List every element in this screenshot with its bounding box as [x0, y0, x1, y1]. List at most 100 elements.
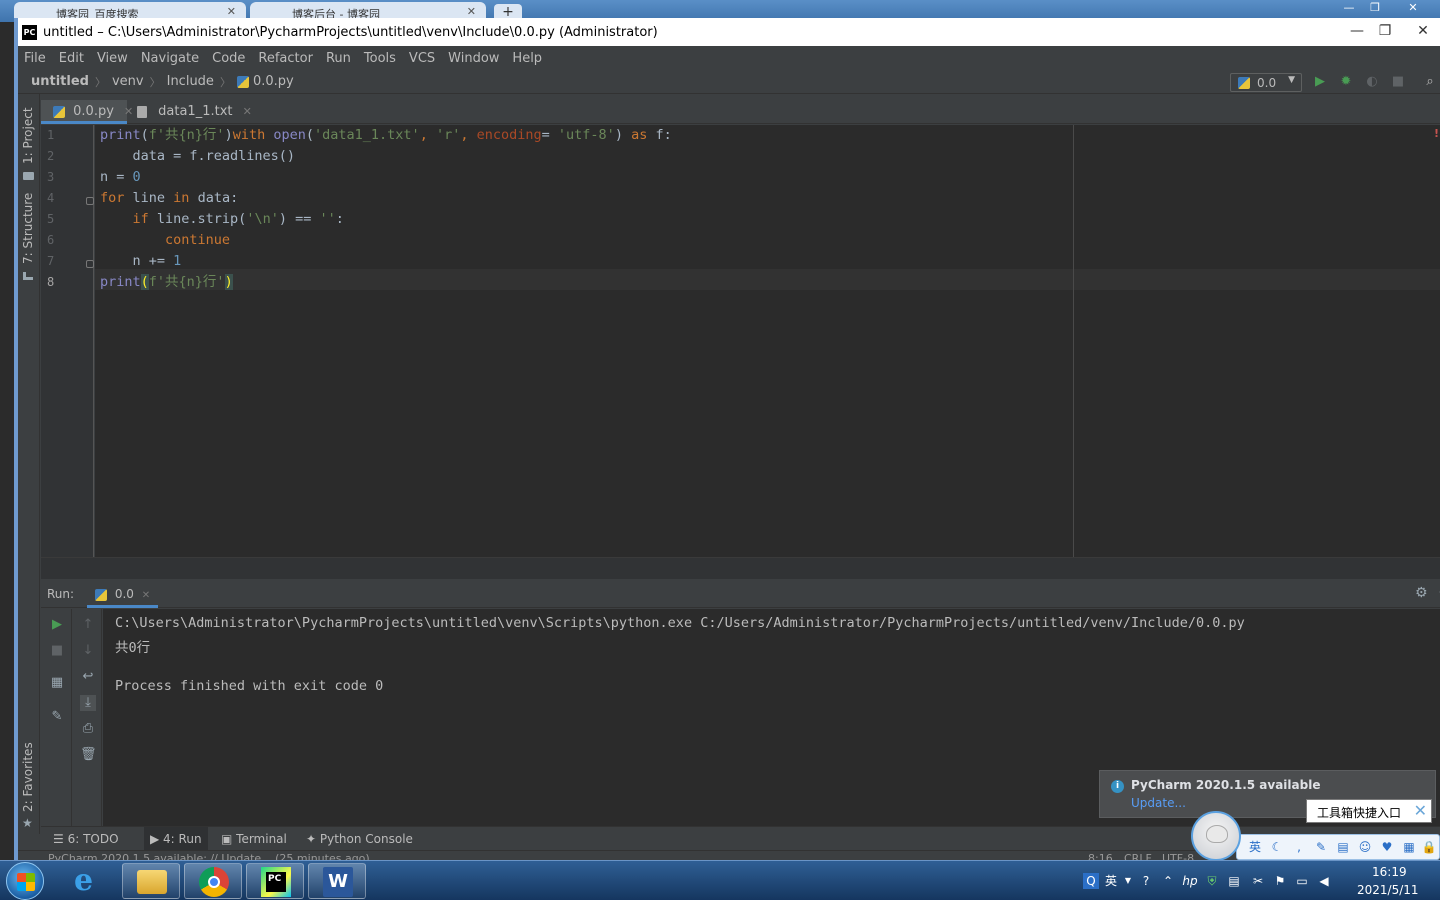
code-line: data = f.readlines()	[100, 148, 296, 164]
arrow-down-icon[interactable]: ↓	[80, 643, 96, 659]
menu-navigate[interactable]: Navigate	[141, 51, 199, 66]
run-config-select[interactable]: 0.0 ▼	[1230, 73, 1302, 92]
network-icon[interactable]: ▤	[1226, 873, 1242, 889]
clipboard-icon[interactable]: ▤	[1335, 839, 1351, 855]
monitor-icon[interactable]: ▭	[1294, 873, 1310, 889]
rerun-icon[interactable]: ▶	[49, 617, 65, 633]
gear-icon[interactable]: ⚙	[1415, 585, 1428, 601]
search-icon[interactable]: ⌕	[1422, 74, 1438, 90]
menu-vcs[interactable]: VCS	[409, 51, 435, 66]
wrench-icon[interactable]: ✎	[1313, 839, 1329, 855]
menu-edit[interactable]: Edit	[59, 51, 84, 66]
update-link[interactable]: Update...	[1131, 796, 1186, 810]
windows-logo-icon	[17, 873, 35, 891]
soft-wrap-icon[interactable]: ↩	[80, 669, 96, 685]
taskbar-ie[interactable]: e	[60, 863, 118, 899]
hp-icon[interactable]: hp	[1182, 873, 1198, 889]
clock-time[interactable]: 16:19	[1372, 865, 1407, 879]
breadcrumb-venv[interactable]: venv	[112, 74, 144, 89]
terminal-icon: ▣	[221, 832, 237, 846]
tab-label: 4: Run	[163, 832, 202, 846]
menu-file[interactable]: File	[24, 51, 46, 66]
menu-help[interactable]: Help	[512, 51, 542, 66]
stop-icon[interactable]: ■	[1390, 74, 1406, 90]
menu-view[interactable]: View	[97, 51, 128, 66]
close-icon[interactable]: ✕	[124, 105, 133, 118]
minimize-icon[interactable]: —	[1336, 0, 1362, 16]
close-icon[interactable]: ✕	[1400, 0, 1426, 16]
clock-date[interactable]: 2021/5/11	[1357, 883, 1419, 897]
terminal-tool-tab[interactable]: ▣ Terminal	[221, 832, 287, 846]
tab-0-0-py[interactable]: 0.0.py ✕	[41, 100, 133, 124]
punctuation-icon[interactable]: ,	[1291, 839, 1307, 855]
taskbar-word[interactable]: W	[308, 863, 366, 899]
lock-icon[interactable]: 🔒	[1421, 839, 1437, 855]
print-icon[interactable]: ⎙	[80, 721, 96, 737]
menu-tools[interactable]: Tools	[364, 51, 396, 66]
todo-tool-tab[interactable]: ☰ 6: TODO	[53, 832, 119, 846]
python-console-tool-tab[interactable]: ✦ Python Console	[306, 832, 413, 846]
breadcrumb-include[interactable]: Include	[167, 74, 214, 89]
arrow-up-icon[interactable]: ↑	[80, 617, 96, 633]
menu-code[interactable]: Code	[212, 51, 245, 66]
run-tool-tab[interactable]: ▶ 4: Run	[144, 827, 208, 851]
project-tool-tab[interactable]: 1: Project	[21, 107, 35, 164]
close-icon[interactable]: ✕	[243, 105, 252, 118]
start-button[interactable]	[6, 862, 44, 900]
fold-icon[interactable]	[86, 197, 94, 205]
coverage-icon[interactable]: ◐	[1364, 74, 1380, 90]
tools-icon[interactable]: ✂	[1250, 873, 1266, 889]
breadcrumb-project[interactable]: untitled	[31, 74, 89, 89]
scroll-to-end-icon[interactable]: ⤓	[80, 695, 96, 711]
menu-window[interactable]: Window	[448, 51, 499, 66]
console-actions-toolbar: ↑ ↓ ↩ ⤓ ⎙ 🗑	[72, 609, 102, 826]
code-editor[interactable]: ! print(f'共{n}行')with open('data1_1.txt'…	[95, 125, 1440, 557]
close-icon[interactable]: ✕	[1406, 18, 1440, 46]
line-number: 2	[47, 149, 55, 163]
debug-icon[interactable]: ✹	[1338, 74, 1354, 90]
emoji-icon[interactable]: ☺	[1357, 839, 1373, 855]
pin-icon[interactable]: ✎	[49, 709, 65, 725]
taskbar-pycharm[interactable]: PC	[246, 863, 304, 899]
tab-data1-1-txt[interactable]: data1_1.txt ✕	[137, 100, 252, 124]
close-icon[interactable]: ✕	[1414, 801, 1427, 820]
taskbar-explorer[interactable]	[122, 863, 180, 899]
close-icon[interactable]: ✕	[227, 5, 236, 18]
search-icon[interactable]: Q	[1083, 873, 1099, 889]
line-number: 6	[47, 233, 55, 247]
chevron-down-icon[interactable]: ▼	[1120, 873, 1136, 889]
skin-icon[interactable]: ♥	[1379, 839, 1395, 855]
structure-tool-tab[interactable]: 7: Structure	[21, 193, 35, 264]
close-icon[interactable]: ✕	[142, 590, 150, 601]
code-line: continue	[165, 232, 231, 248]
ime-lang-toggle[interactable]: 英	[1247, 839, 1263, 855]
maximize-icon[interactable]: ❐	[1362, 0, 1388, 16]
run-panel-header: Run: 0.0 ✕ ⚙ —	[41, 580, 1440, 608]
shield-icon[interactable]: ⛨	[1204, 873, 1220, 889]
ime-avatar[interactable]	[1191, 811, 1241, 861]
error-stripe-icon[interactable]: !	[1434, 127, 1440, 140]
stop-icon[interactable]: ■	[49, 643, 65, 659]
grid-icon[interactable]: ▦	[1401, 839, 1417, 855]
fold-icon[interactable]	[86, 260, 94, 268]
run-icon[interactable]: ▶	[1312, 74, 1328, 90]
maximize-icon[interactable]: ❐	[1368, 18, 1402, 46]
menu-refactor[interactable]: Refactor	[258, 51, 313, 66]
help-icon[interactable]: ?	[1138, 873, 1154, 889]
close-icon[interactable]: ✕	[467, 5, 476, 18]
breadcrumb-file[interactable]: 0.0.py	[253, 74, 294, 89]
left-tool-strip: 1: Project 7: Structure 2: Favorites ★	[18, 94, 40, 834]
taskbar-chrome[interactable]	[184, 863, 242, 899]
layout-icon[interactable]: ▦	[49, 675, 65, 691]
tray-lang[interactable]: 英	[1103, 873, 1119, 889]
chevron-up-icon[interactable]: ⌃	[1160, 873, 1176, 889]
volume-icon[interactable]: ◀	[1316, 873, 1332, 889]
moon-icon[interactable]: ☾	[1269, 839, 1285, 855]
menu-run[interactable]: Run	[326, 51, 351, 66]
code-line: print(f'共{n}行')with open('data1_1.txt', …	[100, 127, 672, 143]
favorites-tool-tab[interactable]: 2: Favorites	[21, 742, 35, 812]
trash-icon[interactable]: 🗑	[80, 747, 97, 763]
line-number: 1	[47, 128, 55, 142]
run-tab[interactable]: 0.0 ✕	[87, 580, 159, 608]
flag-icon[interactable]: ⚑	[1272, 873, 1288, 889]
